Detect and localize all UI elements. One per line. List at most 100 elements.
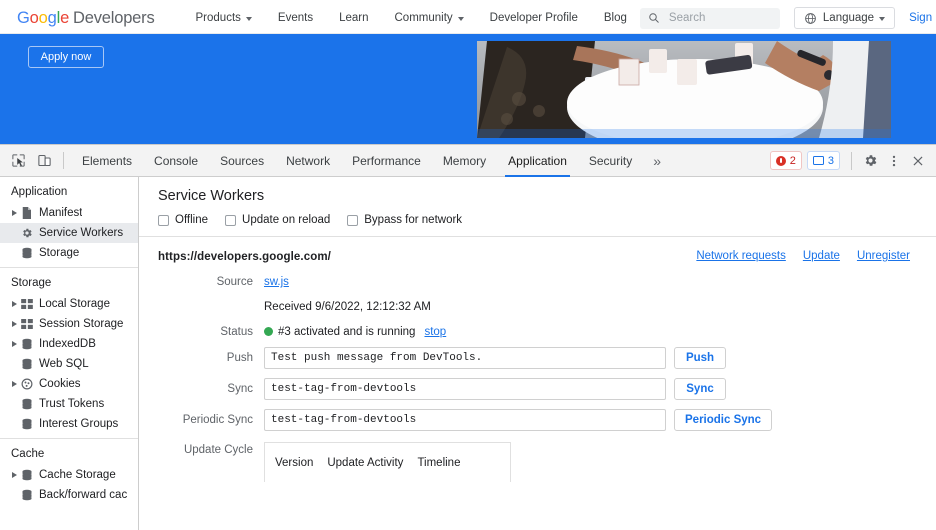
sidebar-item-cookies[interactable]: Cookies — [0, 374, 138, 394]
sidebar-item-cache-storage-label: Cache Storage — [39, 469, 116, 481]
received-row: Received 9/6/2022, 12:12:32 AM — [158, 299, 936, 313]
hero-photo-image — [477, 41, 891, 138]
sidebar-item-interest-groups-label: Interest Groups — [39, 418, 118, 430]
source-file-link[interactable]: sw.js — [264, 276, 289, 288]
tab-memory[interactable]: Memory — [432, 145, 497, 177]
sign-in-link[interactable]: Sign in — [909, 12, 936, 24]
offline-checkbox[interactable]: Offline — [158, 214, 208, 226]
google-developers-logo[interactable]: GoogleDevelopers — [17, 9, 155, 28]
tab-console[interactable]: Console — [143, 145, 209, 177]
sidebar-item-interest-groups[interactable]: Interest Groups — [0, 414, 138, 434]
message-count: 3 — [828, 155, 834, 167]
update-cycle-label: Update Cycle — [158, 442, 264, 456]
nav-item-products-label: Products — [196, 12, 241, 24]
sidebar-item-storage[interactable]: Storage — [0, 243, 138, 263]
tab-performance[interactable]: Performance — [341, 145, 432, 177]
periodic-sync-tag-input[interactable] — [264, 409, 666, 431]
push-message-input[interactable] — [264, 347, 666, 369]
periodic-sync-button[interactable]: Periodic Sync — [674, 409, 772, 431]
update-on-reload-label: Update on reload — [242, 214, 330, 226]
nav-item-blog[interactable]: Blog — [591, 12, 640, 24]
nav-item-learn[interactable]: Learn — [326, 12, 381, 24]
sidebar-item-back-forward-cache[interactable]: Back/forward cac — [0, 485, 138, 505]
sidebar-item-local-storage[interactable]: Local Storage — [0, 294, 138, 314]
checkbox-box[interactable] — [347, 215, 358, 226]
update-cycle-column-update-activity: Update Activity — [327, 457, 403, 469]
stop-link[interactable]: stop — [424, 326, 446, 338]
error-count: 2 — [790, 155, 796, 167]
tab-elements-label: Elements — [82, 154, 132, 168]
nav-item-products[interactable]: Products — [183, 12, 265, 24]
sidebar-item-indexeddb[interactable]: IndexedDB — [0, 334, 138, 354]
chevron-down-icon — [458, 17, 464, 21]
gear-icon — [19, 227, 34, 239]
application-sidebar[interactable]: Application Manifest Service Workers — [0, 177, 139, 530]
database-icon — [19, 338, 34, 350]
inspect-element-icon[interactable] — [6, 149, 30, 173]
search-input[interactable] — [667, 11, 772, 25]
expand-arrow-icon[interactable] — [9, 472, 19, 478]
sidebar-item-manifest-label: Manifest — [39, 207, 82, 219]
tab-security[interactable]: Security — [578, 145, 643, 177]
checkbox-box[interactable] — [158, 215, 169, 226]
logo-letter-o1: o — [30, 9, 39, 27]
document-icon — [19, 207, 34, 219]
service-workers-header: Service Workers Offline Update on reload… — [139, 177, 936, 236]
sidebar-item-storage-label: Storage — [39, 247, 79, 259]
site-search-box[interactable] — [640, 8, 780, 29]
nav-item-developer-profile[interactable]: Developer Profile — [477, 12, 591, 24]
sidebar-item-web-sql-label: Web SQL — [39, 358, 89, 370]
nav-item-community[interactable]: Community — [382, 12, 477, 24]
sidebar-item-cache-storage[interactable]: Cache Storage — [0, 465, 138, 485]
network-requests-link[interactable]: Network requests — [696, 250, 785, 262]
sync-label: Sync — [158, 383, 264, 395]
expand-arrow-icon[interactable] — [9, 210, 19, 216]
sidebar-item-trust-tokens-label: Trust Tokens — [39, 398, 104, 410]
sidebar-item-trust-tokens[interactable]: Trust Tokens — [0, 394, 138, 414]
tab-security-label: Security — [589, 154, 632, 168]
expand-arrow-icon[interactable] — [9, 301, 19, 307]
bypass-for-network-checkbox[interactable]: Bypass for network — [347, 214, 462, 226]
expand-arrow-icon[interactable] — [9, 321, 19, 327]
error-count-badge[interactable]: 2 — [770, 151, 802, 170]
sidebar-item-session-storage[interactable]: Session Storage — [0, 314, 138, 334]
update-on-reload-checkbox[interactable]: Update on reload — [225, 214, 330, 226]
expand-arrow-icon[interactable] — [9, 381, 19, 387]
tab-sources[interactable]: Sources — [209, 145, 275, 177]
sync-button[interactable]: Sync — [674, 378, 726, 400]
nav-item-events[interactable]: Events — [265, 12, 326, 24]
hero-banner: Apply now — [0, 34, 936, 144]
close-icon[interactable] — [906, 149, 930, 173]
device-toolbar-icon[interactable] — [32, 149, 56, 173]
more-tabs-icon[interactable]: » — [643, 145, 671, 177]
sidebar-group-title-application: Application — [0, 181, 138, 203]
sidebar-item-web-sql[interactable]: Web SQL — [0, 354, 138, 374]
push-button[interactable]: Push — [674, 347, 726, 369]
sidebar-item-service-workers[interactable]: Service Workers — [0, 223, 138, 243]
received-label-spacer — [158, 299, 264, 301]
status-text: #3 activated and is running — [278, 326, 415, 338]
unregister-link[interactable]: Unregister — [857, 250, 910, 262]
apply-now-button[interactable]: Apply now — [28, 46, 104, 68]
update-link[interactable]: Update — [803, 250, 840, 262]
tab-network[interactable]: Network — [275, 145, 341, 177]
gear-icon[interactable] — [858, 149, 882, 173]
checkbox-box[interactable] — [225, 215, 236, 226]
tab-application[interactable]: Application — [497, 145, 578, 177]
sync-tag-input[interactable] — [264, 378, 666, 400]
expand-arrow-icon[interactable] — [9, 341, 19, 347]
periodic-sync-label: Periodic Sync — [158, 414, 264, 426]
database-icon — [19, 398, 34, 410]
offline-label: Offline — [175, 214, 208, 226]
tab-elements[interactable]: Elements — [71, 145, 143, 177]
update-cycle-table-header: Version Update Activity Timeline — [264, 442, 511, 482]
primary-nav-links: Products Events Learn Community Develope… — [183, 12, 640, 24]
message-count-badge[interactable]: 3 — [807, 151, 840, 170]
service-worker-registration: https://developers.google.com/ Network r… — [139, 237, 936, 482]
sidebar-item-manifest[interactable]: Manifest — [0, 203, 138, 223]
language-selector-button[interactable]: Language — [794, 7, 895, 29]
logo-letter-e: e — [60, 9, 69, 27]
sidebar-divider — [0, 438, 138, 439]
status-row: Status #3 activated and is runningstop — [158, 324, 936, 338]
kebab-menu-icon[interactable] — [882, 149, 906, 173]
